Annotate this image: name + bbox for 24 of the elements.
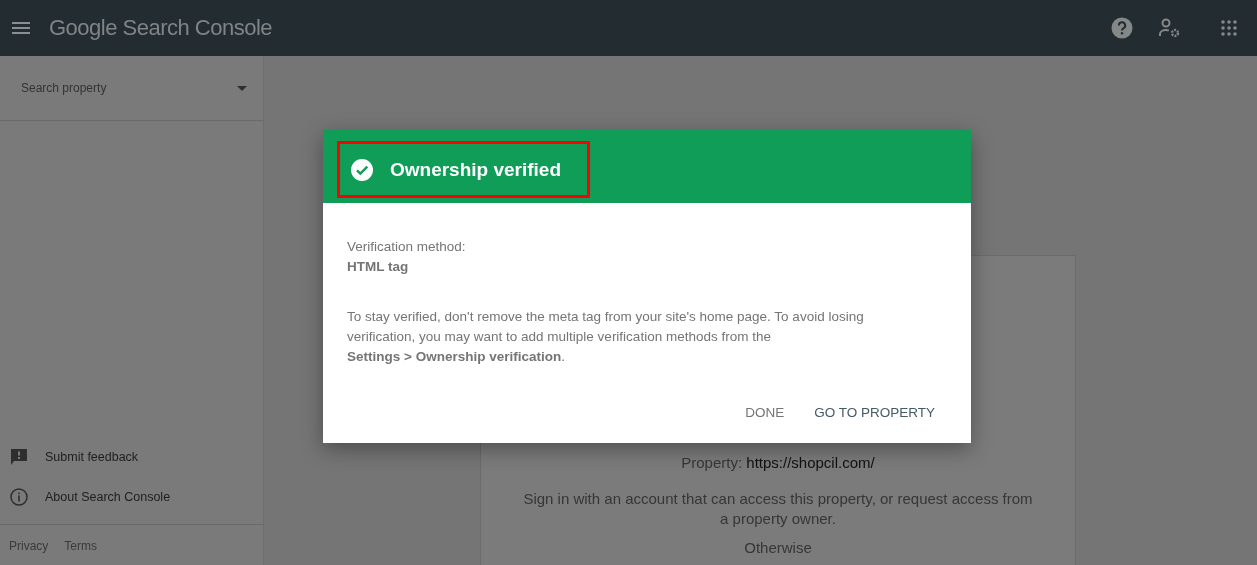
user-settings-icon[interactable] [1159, 18, 1181, 38]
check-circle-icon [351, 158, 373, 181]
help-icon[interactable] [1111, 17, 1133, 39]
text-button[interactable]: DONE [733, 397, 797, 428]
method-label: Verification method: [347, 238, 467, 256]
app-title: Google Search Console [49, 15, 273, 41]
method-value: HTML tag [347, 258, 410, 276]
footer-link[interactable]: Privacy [9, 539, 49, 565]
feedback-icon [10, 448, 28, 466]
apps-icon[interactable] [1221, 20, 1237, 36]
sidebar-item[interactable]: Submit feedback [0, 437, 263, 477]
menu-icon[interactable] [12, 22, 30, 34]
property-search-field[interactable]: Search property [0, 56, 263, 121]
footer-link[interactable]: Terms [64, 539, 97, 565]
sidebar-item[interactable]: About Search Console [0, 477, 263, 517]
access-message: Sign in with an account that can access this property, or request access from a property owner. [522, 489, 1034, 529]
info-icon [10, 488, 28, 506]
verification-note: To stay verified, don't remove the meta tag from your site's home page. To avoid losing verification, you may want to add multiple verification methods from the Settings > Ownership verification. [347, 308, 865, 366]
otherwise-text: Otherwise [744, 539, 812, 556]
dialog-title: Ownership verified [390, 158, 562, 181]
property-link[interactable]: https://shopcil.com/ [746, 454, 875, 471]
property-label: Property: [681, 454, 743, 471]
primary-button[interactable]: GO TO PROPERTY [802, 397, 947, 428]
dropdown-caret-icon [237, 85, 247, 91]
